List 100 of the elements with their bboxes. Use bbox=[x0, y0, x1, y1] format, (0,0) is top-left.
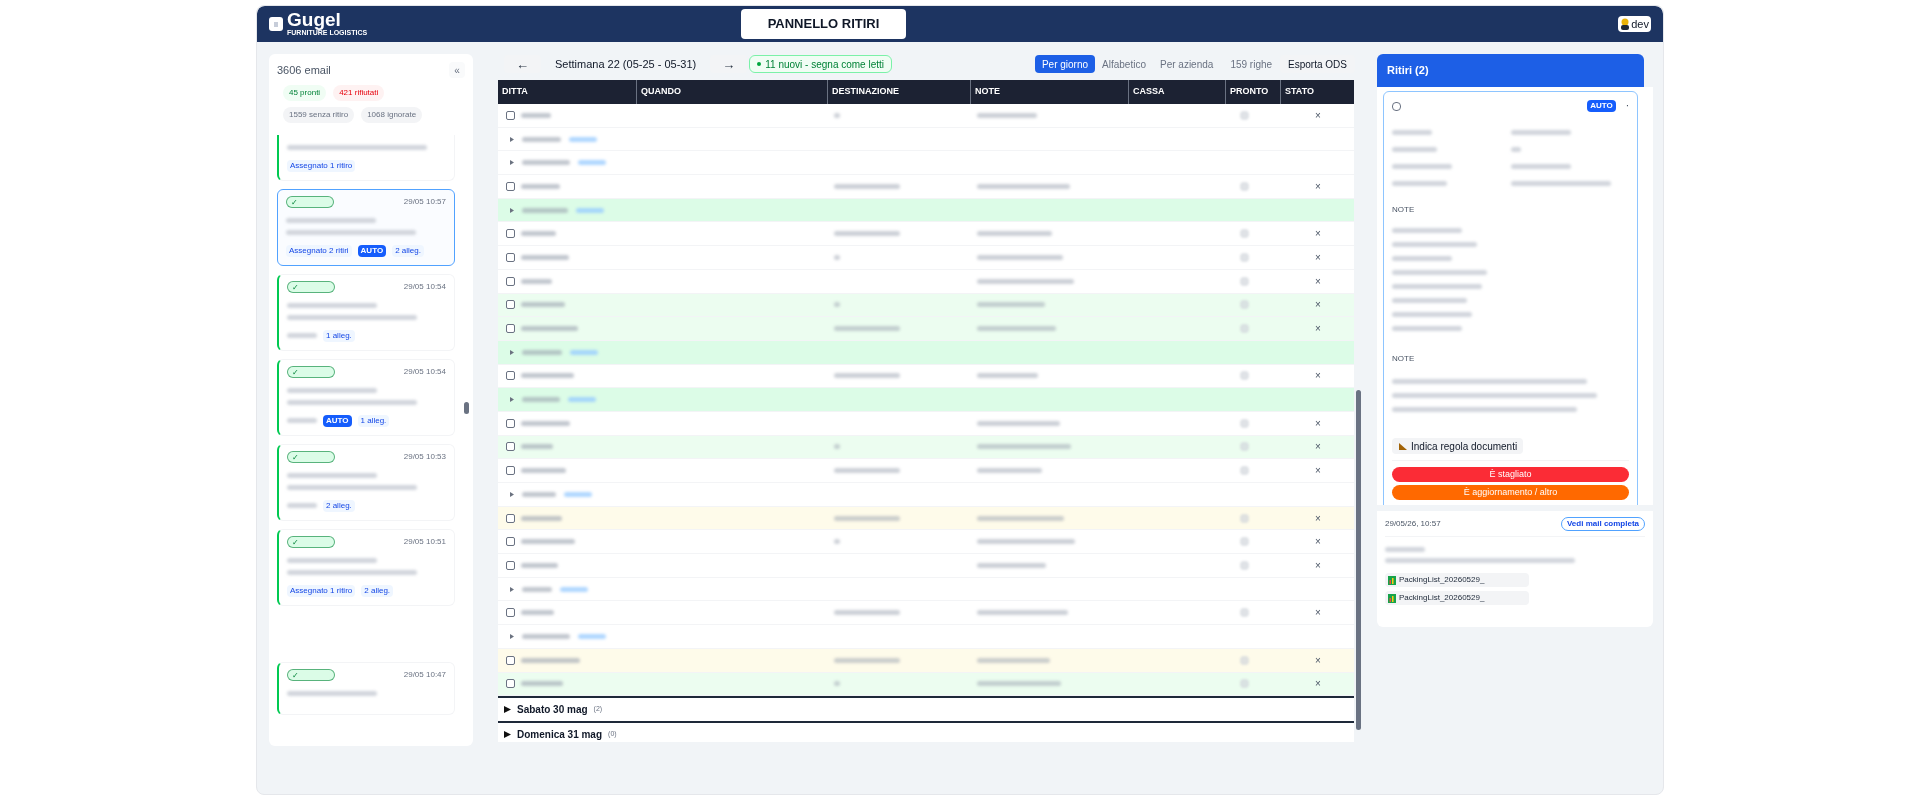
table-row[interactable]: × bbox=[498, 648, 1354, 673]
filter-chip[interactable]: 421 rifiutati bbox=[333, 84, 385, 101]
email-card[interactable]: ✓ 29/05 10:54 AUTO 1 alleg. bbox=[277, 358, 455, 436]
checkbox[interactable] bbox=[506, 324, 515, 334]
email-card[interactable]: ✓ 29/05 10:57 Assegnato 2 ritiri AUTO 2 alleg. bbox=[277, 188, 455, 266]
pronto-indicator bbox=[1240, 655, 1249, 665]
blurred-text bbox=[521, 112, 551, 118]
remove-mark[interactable]: × bbox=[1315, 463, 1321, 479]
status-pill: ✓ bbox=[287, 535, 335, 548]
expand-icon[interactable] bbox=[510, 491, 514, 497]
sort-tab[interactable]: Per azienda bbox=[1153, 55, 1221, 73]
blurred-text bbox=[522, 633, 570, 639]
expand-icon[interactable] bbox=[510, 207, 514, 213]
remove-mark[interactable]: × bbox=[1315, 652, 1321, 668]
blurred-text bbox=[521, 278, 552, 284]
pronto-indicator bbox=[1240, 608, 1249, 618]
collapse-button[interactable]: « bbox=[449, 62, 465, 79]
email-tag: 1 alleg. bbox=[323, 329, 355, 342]
user-badge[interactable]: dev bbox=[1618, 16, 1651, 32]
checkbox[interactable] bbox=[506, 371, 515, 381]
blurred-text bbox=[522, 160, 570, 166]
checkbox[interactable] bbox=[506, 418, 515, 428]
blurred-text bbox=[522, 397, 560, 403]
checkbox[interactable] bbox=[1392, 101, 1401, 111]
remove-mark[interactable]: × bbox=[1315, 439, 1321, 455]
scrollbar-thumb[interactable] bbox=[464, 402, 469, 414]
email-card[interactable]: ✓ 29/05 10:51 Assegnato 1 ritiro 2 alleg. bbox=[277, 528, 455, 606]
auto-badge: AUTO bbox=[323, 414, 352, 427]
remove-mark[interactable]: × bbox=[1315, 273, 1321, 289]
filter-chip[interactable]: 45 pronti bbox=[283, 84, 327, 101]
panel-title-button[interactable]: PANNELLO RITIRI bbox=[741, 9, 906, 39]
checkbox[interactable] bbox=[506, 229, 515, 239]
expand-icon[interactable] bbox=[510, 397, 514, 403]
checkbox[interactable] bbox=[506, 560, 515, 570]
checkbox[interactable] bbox=[506, 679, 515, 689]
email-card[interactable]: Assegnato 1 ritiro bbox=[277, 134, 455, 181]
remove-mark[interactable]: × bbox=[1315, 297, 1321, 313]
expand-icon[interactable] bbox=[510, 136, 514, 142]
checkbox[interactable] bbox=[506, 442, 515, 452]
scrollbar-thumb[interactable] bbox=[1356, 390, 1361, 730]
remove-mark[interactable]: × bbox=[1315, 178, 1321, 194]
remove-mark[interactable]: × bbox=[1315, 249, 1321, 265]
remove-mark[interactable]: × bbox=[1315, 605, 1321, 621]
menu-dot[interactable]: · bbox=[1625, 101, 1629, 111]
expand-icon[interactable] bbox=[510, 349, 514, 355]
table-row[interactable]: × bbox=[498, 435, 1354, 460]
expand-icon[interactable] bbox=[510, 633, 514, 639]
blurred-text bbox=[578, 633, 606, 639]
email-time: 29/05 10:54 bbox=[403, 365, 446, 378]
expand-icon[interactable] bbox=[510, 160, 514, 166]
attachment-chip[interactable]: PackingList_20260529_ bbox=[1385, 591, 1529, 605]
remove-mark[interactable]: × bbox=[1315, 321, 1321, 337]
email-tag: 1 alleg. bbox=[357, 414, 390, 427]
checkbox[interactable] bbox=[506, 513, 515, 523]
checkbox[interactable] bbox=[506, 466, 515, 476]
action-button[interactable]: È stagliato bbox=[1392, 467, 1629, 482]
blurred-text bbox=[521, 515, 562, 521]
filter-chip[interactable]: 1068 ignorate bbox=[361, 106, 423, 123]
remove-mark[interactable]: × bbox=[1315, 557, 1321, 573]
email-card[interactable]: ✓ 29/05 10:53 2 alleg. bbox=[277, 443, 455, 521]
filter-chip[interactable]: 1559 senza ritiro bbox=[283, 106, 355, 123]
checkbox[interactable] bbox=[506, 537, 515, 547]
blurred-text bbox=[1392, 147, 1437, 152]
blurred-text bbox=[1510, 147, 1521, 152]
remove-mark[interactable]: × bbox=[1315, 226, 1321, 242]
table-row[interactable]: × bbox=[498, 672, 1354, 697]
checkbox[interactable] bbox=[506, 300, 515, 310]
mark-read-button[interactable]: 11 nuovi - segna come letti bbox=[749, 55, 893, 73]
rule-button[interactable]: Indica regola documenti bbox=[1392, 438, 1524, 454]
checkbox[interactable] bbox=[506, 181, 515, 191]
table-row[interactable]: × bbox=[498, 317, 1354, 341]
remove-mark[interactable]: × bbox=[1315, 510, 1321, 526]
table-row[interactable]: × bbox=[498, 293, 1354, 318]
checkbox[interactable] bbox=[506, 276, 515, 286]
sort-tab[interactable]: Alfabetico bbox=[1095, 55, 1153, 73]
remove-mark[interactable]: × bbox=[1315, 534, 1321, 550]
blurred-text bbox=[287, 418, 317, 423]
remove-mark[interactable]: × bbox=[1315, 676, 1321, 692]
blurred-text bbox=[834, 373, 900, 379]
pronto-indicator bbox=[1240, 537, 1249, 547]
email-time: 29/05 10:51 bbox=[403, 535, 446, 548]
remove-mark[interactable]: × bbox=[1315, 107, 1321, 123]
checkbox[interactable] bbox=[506, 608, 515, 618]
blurred-text bbox=[521, 302, 565, 308]
checkbox[interactable] bbox=[506, 110, 515, 120]
checkbox[interactable] bbox=[506, 252, 515, 262]
email-time: 29/05 10:54 bbox=[403, 280, 446, 293]
remove-mark[interactable]: × bbox=[1315, 368, 1321, 384]
checkbox[interactable] bbox=[506, 655, 515, 665]
email-card[interactable]: ✓ 29/05 10:54 1 alleg. bbox=[277, 273, 455, 351]
table-row[interactable]: × bbox=[498, 506, 1354, 531]
remove-mark[interactable]: × bbox=[1315, 415, 1321, 431]
blurred-text bbox=[834, 302, 840, 308]
email-time: 29/05 10:57 bbox=[403, 195, 446, 208]
attachment-chip[interactable]: PackingList_20260529_ bbox=[1385, 573, 1529, 587]
email-card[interactable]: ✓ 29/05 10:47 bbox=[277, 661, 455, 715]
email-count: 3606 email bbox=[277, 63, 331, 78]
expand-icon[interactable] bbox=[510, 586, 514, 592]
blurred-text bbox=[287, 333, 317, 338]
sort-tab[interactable]: Per giorno bbox=[1034, 55, 1096, 73]
